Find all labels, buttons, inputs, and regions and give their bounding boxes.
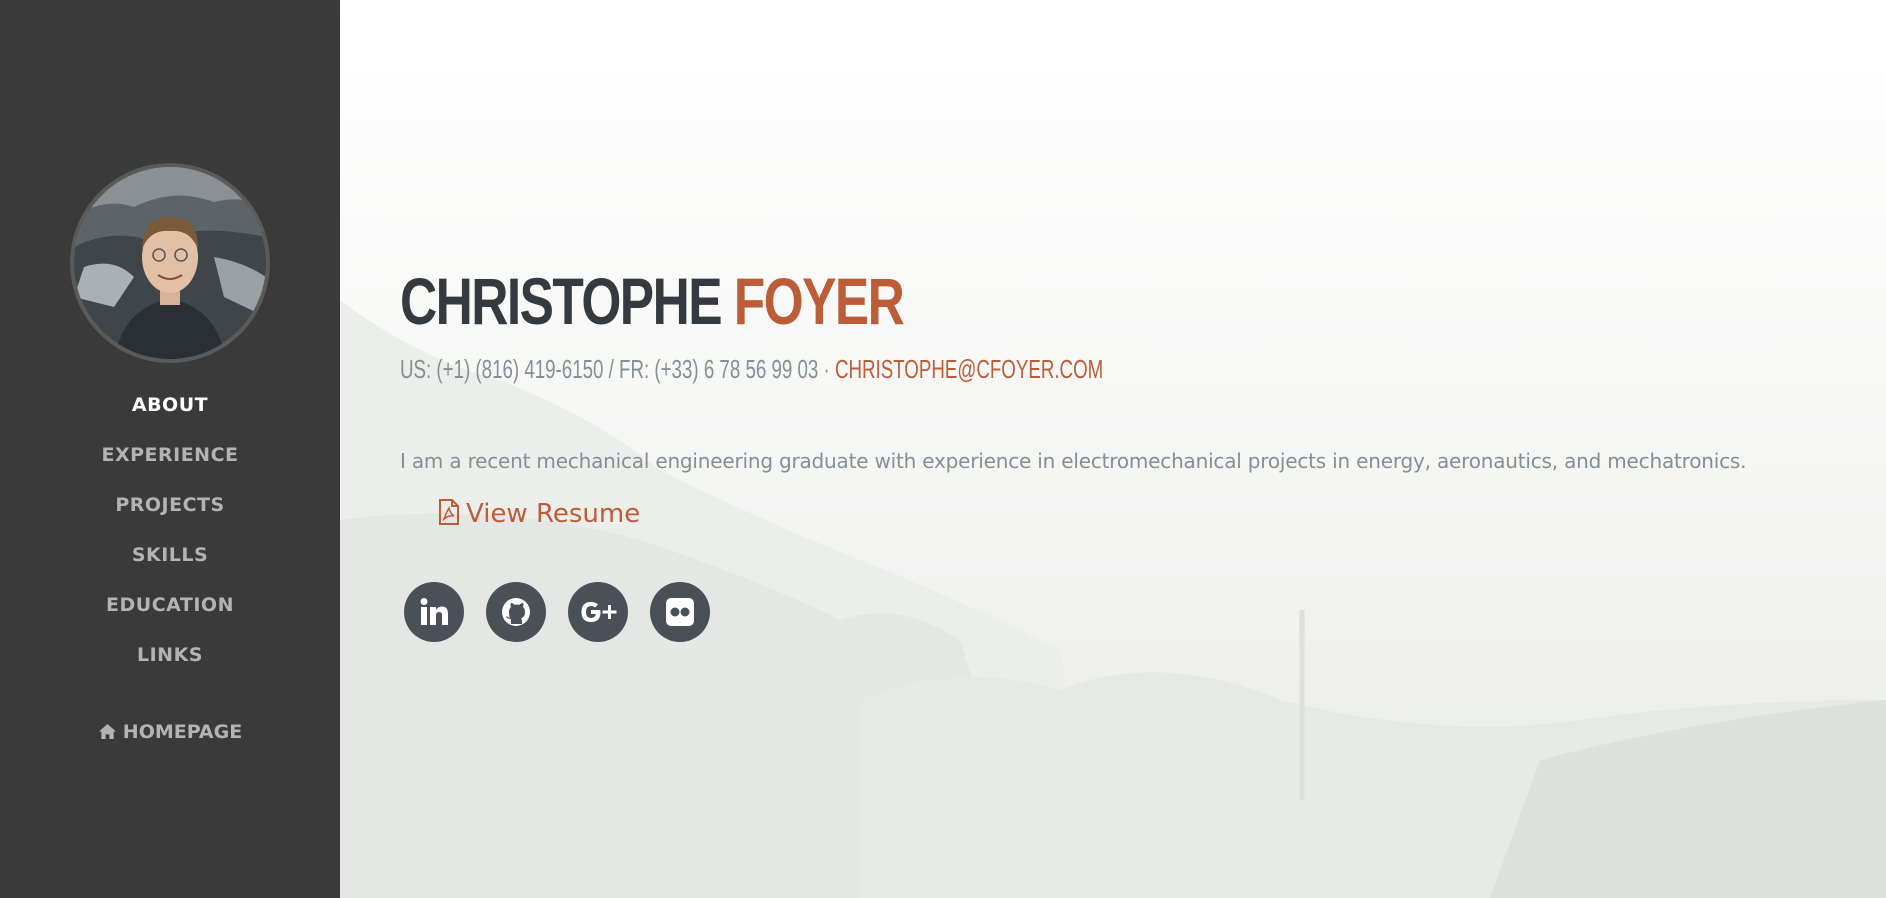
google-plus-icon (581, 602, 617, 622)
nav-item-projects[interactable]: PROJECTS (0, 492, 340, 542)
view-resume-link[interactable]: View Resume (438, 499, 640, 529)
homepage-link[interactable]: HOMEPAGE (0, 721, 340, 743)
bio-text: I am a recent mechanical engineering gra… (400, 449, 1747, 473)
nav-item-links[interactable]: LINKS (0, 642, 340, 692)
github-button[interactable] (486, 582, 546, 642)
view-resume-label: View Resume (466, 499, 641, 529)
first-name: CHRISTOPHE (400, 264, 723, 338)
github-icon (502, 598, 530, 626)
google-plus-button[interactable] (568, 582, 628, 642)
contact-line: US: (+1) (816) 419-6150 / FR: (+33) 6 78… (400, 354, 1103, 385)
linkedin-icon (420, 598, 448, 625)
sidebar-nav: ABOUT EXPERIENCE PROJECTS SKILLS EDUCATI… (0, 392, 340, 692)
page-title: CHRISTOPHE FOYER (400, 268, 905, 334)
last-name: FOYER (733, 264, 905, 338)
phone-numbers: US: (+1) (816) 419-6150 / FR: (+33) 6 78… (400, 354, 835, 384)
flickr-button[interactable] (650, 582, 710, 642)
nav-item-education[interactable]: EDUCATION (0, 592, 340, 642)
file-pdf-icon (439, 499, 459, 525)
avatar[interactable] (70, 163, 270, 363)
sidebar: ABOUT EXPERIENCE PROJECTS SKILLS EDUCATI… (0, 0, 340, 898)
linkedin-button[interactable] (404, 582, 464, 642)
home-icon (98, 723, 116, 740)
email-link[interactable]: CHRISTOPHE@CFOYER.COM (835, 354, 1103, 384)
nav-item-skills[interactable]: SKILLS (0, 542, 340, 592)
flickr-icon (666, 598, 694, 626)
homepage-label: HOMEPAGE (122, 721, 243, 743)
nav-item-experience[interactable]: EXPERIENCE (0, 442, 340, 492)
profile-photo (74, 167, 266, 359)
main-content: CHRISTOPHE FOYER US: (+1) (816) 419-6150… (340, 0, 1886, 898)
nav-item-about[interactable]: ABOUT (0, 392, 340, 442)
